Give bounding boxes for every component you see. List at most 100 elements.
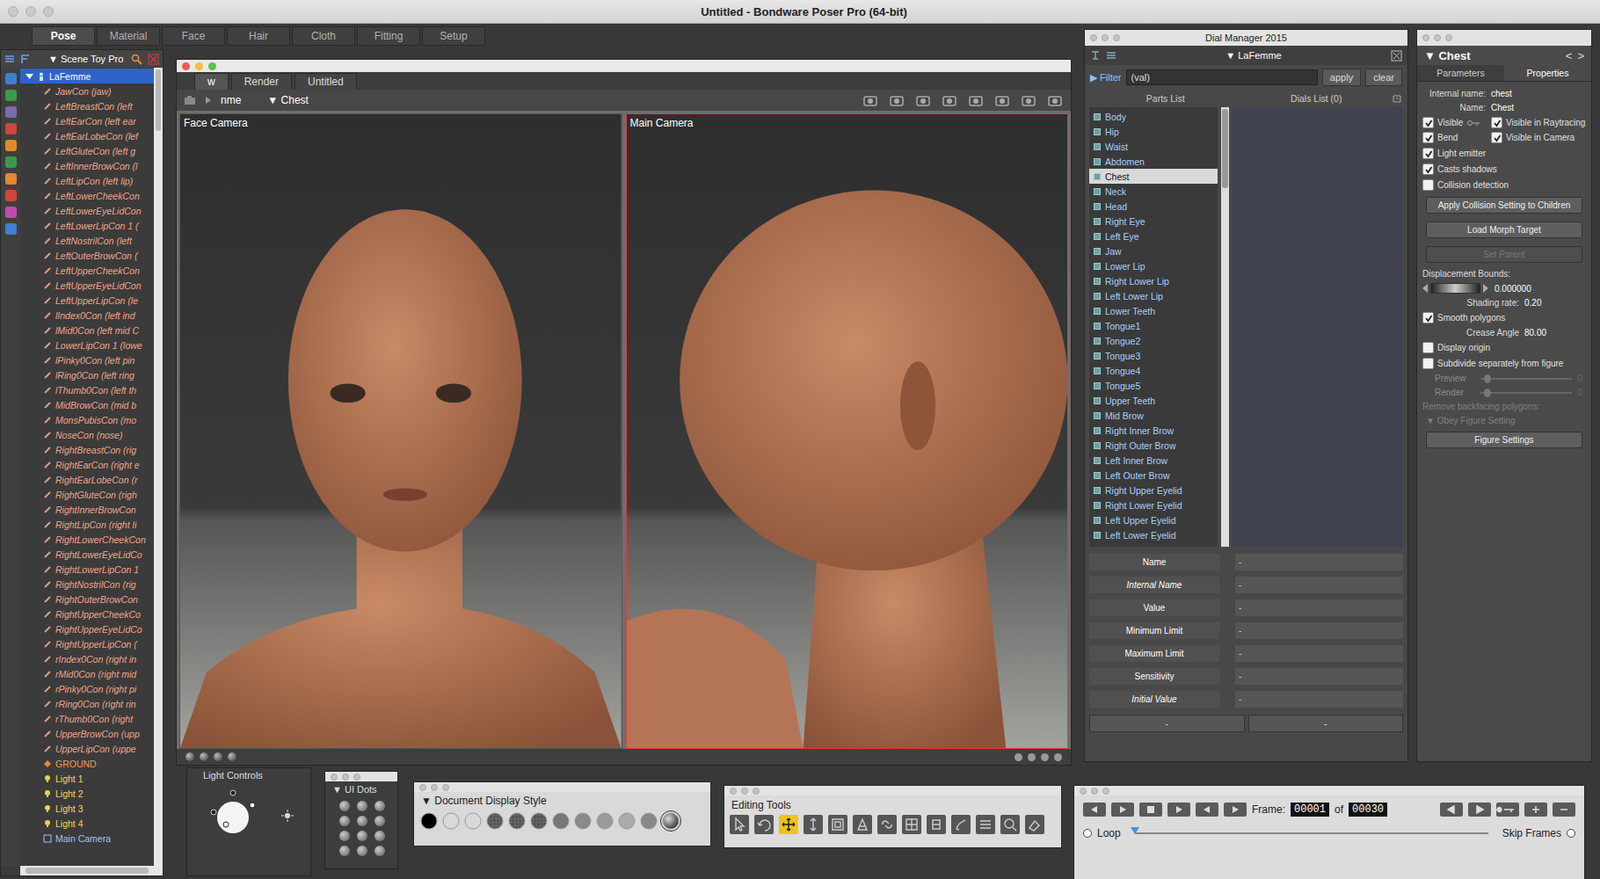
hierarchy-item[interactable]: LeftLipCon (left lip)	[20, 173, 154, 189]
prev-button[interactable]: <	[1565, 49, 1573, 63]
part-item[interactable]: Tongue1	[1089, 318, 1218, 334]
playback-button-icon[interactable]	[1167, 802, 1191, 817]
room-tab[interactable]: Hair	[226, 26, 291, 46]
hierarchy-item[interactable]: LeftEarLobeCon (lef	[20, 128, 154, 144]
pin-icon[interactable]	[1090, 50, 1101, 61]
display-style-icon[interactable]	[441, 811, 461, 831]
editing-tool[interactable]	[754, 814, 774, 835]
window-control-icon[interactable]	[330, 773, 338, 781]
viewport[interactable]: Face Camera	[179, 113, 623, 750]
window-control-icon[interactable]	[1102, 787, 1110, 795]
part-item[interactable]: Tongue3	[1089, 348, 1218, 364]
tool-icon[interactable]	[5, 173, 17, 185]
window-control-icon[interactable]	[1422, 34, 1430, 42]
hierarchy-item[interactable]: GROUND	[20, 756, 154, 771]
loop-radio[interactable]	[1083, 829, 1092, 838]
ui-dot[interactable]	[374, 830, 386, 842]
display-style-icon[interactable]	[617, 811, 637, 831]
camera-control-icon[interactable]	[1046, 93, 1064, 108]
hierarchy-item[interactable]: LeftLowerEyeLidCon	[20, 203, 154, 219]
window-control-icon[interactable]	[43, 6, 54, 17]
tool-icon[interactable]	[5, 206, 17, 219]
apply-button[interactable]: apply	[1322, 68, 1361, 87]
part-item[interactable]: Tongue5	[1089, 378, 1218, 393]
part-item[interactable]: Chest	[1089, 168, 1218, 184]
window-control-icon[interactable]	[1090, 787, 1099, 795]
property-field[interactable]: -	[1235, 576, 1404, 594]
scrollbar[interactable]	[20, 865, 163, 876]
hierarchy-item[interactable]: rThumb0Con (right	[20, 711, 154, 727]
checkbox[interactable]: Visible	[1422, 116, 1491, 129]
property-field[interactable]: -	[1235, 553, 1404, 571]
hierarchy-item[interactable]: lThumb0Con (left th	[20, 382, 154, 398]
filter-field[interactable]: (val)	[1126, 69, 1318, 86]
camera-icon[interactable]	[183, 94, 197, 106]
window-control-icon[interactable]	[353, 773, 361, 781]
figure-settings-button[interactable]: Figure Settings	[1425, 431, 1583, 449]
part-item[interactable]: Lower Lip	[1089, 258, 1218, 274]
hierarchy-item[interactable]: RightInnerBrowCon	[20, 501, 154, 517]
window-control-icon[interactable]	[1433, 34, 1441, 42]
figure-selector[interactable]: nme	[220, 94, 259, 107]
hierarchy-item[interactable]: lPinky0Con (left pin	[20, 352, 154, 368]
part-item[interactable]: Head	[1089, 198, 1218, 214]
part-item[interactable]: Right Inner Brow	[1089, 422, 1218, 438]
hierarchy-item[interactable]: rIndex0Con (right in	[20, 651, 154, 667]
editing-tool[interactable]	[926, 814, 946, 835]
display-style-icon[interactable]	[419, 811, 439, 831]
part-item[interactable]: Tongue2	[1089, 333, 1218, 349]
tool-icon[interactable]	[5, 189, 17, 202]
room-tab[interactable]: Face	[161, 26, 226, 46]
part-item[interactable]: Right Upper Eyelid	[1089, 482, 1218, 498]
ui-dot[interactable]	[339, 845, 350, 857]
key-icon[interactable]	[1466, 119, 1481, 127]
style-ball-icon[interactable]	[213, 752, 223, 762]
hierarchy-item[interactable]: LaFemme	[20, 68, 154, 84]
shading-rate[interactable]: 0.20	[1524, 298, 1542, 308]
checkbox[interactable]: Casts shadows	[1422, 163, 1586, 175]
ui-dot[interactable]	[339, 800, 350, 812]
camera-control-icon[interactable]	[993, 93, 1011, 108]
display-style-icon[interactable]	[573, 811, 593, 831]
checkbox[interactable]: Subdivide separately from figure	[1422, 357, 1586, 370]
tool-icon[interactable]	[5, 106, 17, 118]
camera-control-icon[interactable]	[967, 93, 985, 108]
part-item[interactable]: Abdomen	[1089, 153, 1218, 169]
window-control-icon[interactable]	[419, 784, 427, 792]
display-style-icon[interactable]	[595, 811, 615, 831]
part-item[interactable]: Hip	[1089, 123, 1218, 139]
property-field[interactable]: -	[1235, 645, 1404, 662]
part-item[interactable]: Right Eye	[1089, 213, 1218, 229]
editing-tool[interactable]	[1025, 814, 1045, 835]
tool-icon[interactable]	[5, 139, 17, 152]
hierarchy-item[interactable]: LeftInnerBrowCon (l	[20, 158, 154, 174]
hierarchy-item[interactable]: LowerLipCon 1 (lowe	[20, 337, 154, 353]
actor-selector[interactable]: ▼ Chest	[267, 94, 327, 107]
ui-dot[interactable]	[356, 845, 368, 857]
scrollbar[interactable]	[153, 67, 163, 866]
hierarchy-item[interactable]: LeftLowerCheekCon	[20, 188, 154, 204]
ui-dot[interactable]	[374, 845, 386, 857]
hierarchy-item[interactable]: rPinky0Con (right pi	[20, 681, 154, 697]
hierarchy-item[interactable]: RightLipCon (right li	[20, 516, 154, 532]
part-item[interactable]: Right Lower Eyelid	[1089, 497, 1218, 513]
hierarchy-item[interactable]: RightBreastCon (rig	[20, 442, 154, 458]
ui-dot-icon[interactable]	[1027, 753, 1036, 762]
hierarchy-item[interactable]: lMid0Con (left mid C	[20, 322, 154, 338]
palette-title[interactable]: ▼ Scene Toy Pro	[36, 53, 126, 65]
play-icon[interactable]	[204, 95, 212, 105]
ui-dot-icon[interactable]	[1014, 753, 1023, 762]
checkbox[interactable]: Visible in Raytracing	[1490, 116, 1586, 129]
hierarchy-item[interactable]: rMid0Con (right mid	[20, 666, 154, 682]
part-item[interactable]: Left Lower Lip	[1089, 288, 1218, 304]
hierarchy-item[interactable]: RightLowerLipCon 1	[20, 561, 154, 577]
hierarchy-item[interactable]: MonsPubisCon (mo	[20, 412, 154, 428]
checkbox[interactable]: Light emitter	[1422, 147, 1586, 160]
editing-tool[interactable]	[852, 814, 873, 835]
filter-icon[interactable]	[20, 53, 31, 65]
ui-dot[interactable]	[339, 815, 350, 827]
part-item[interactable]: Tongue4	[1089, 363, 1218, 379]
ui-dot-icon[interactable]	[1040, 753, 1049, 762]
style-ball-icon[interactable]	[227, 752, 237, 762]
room-tab[interactable]: Pose	[31, 26, 95, 46]
